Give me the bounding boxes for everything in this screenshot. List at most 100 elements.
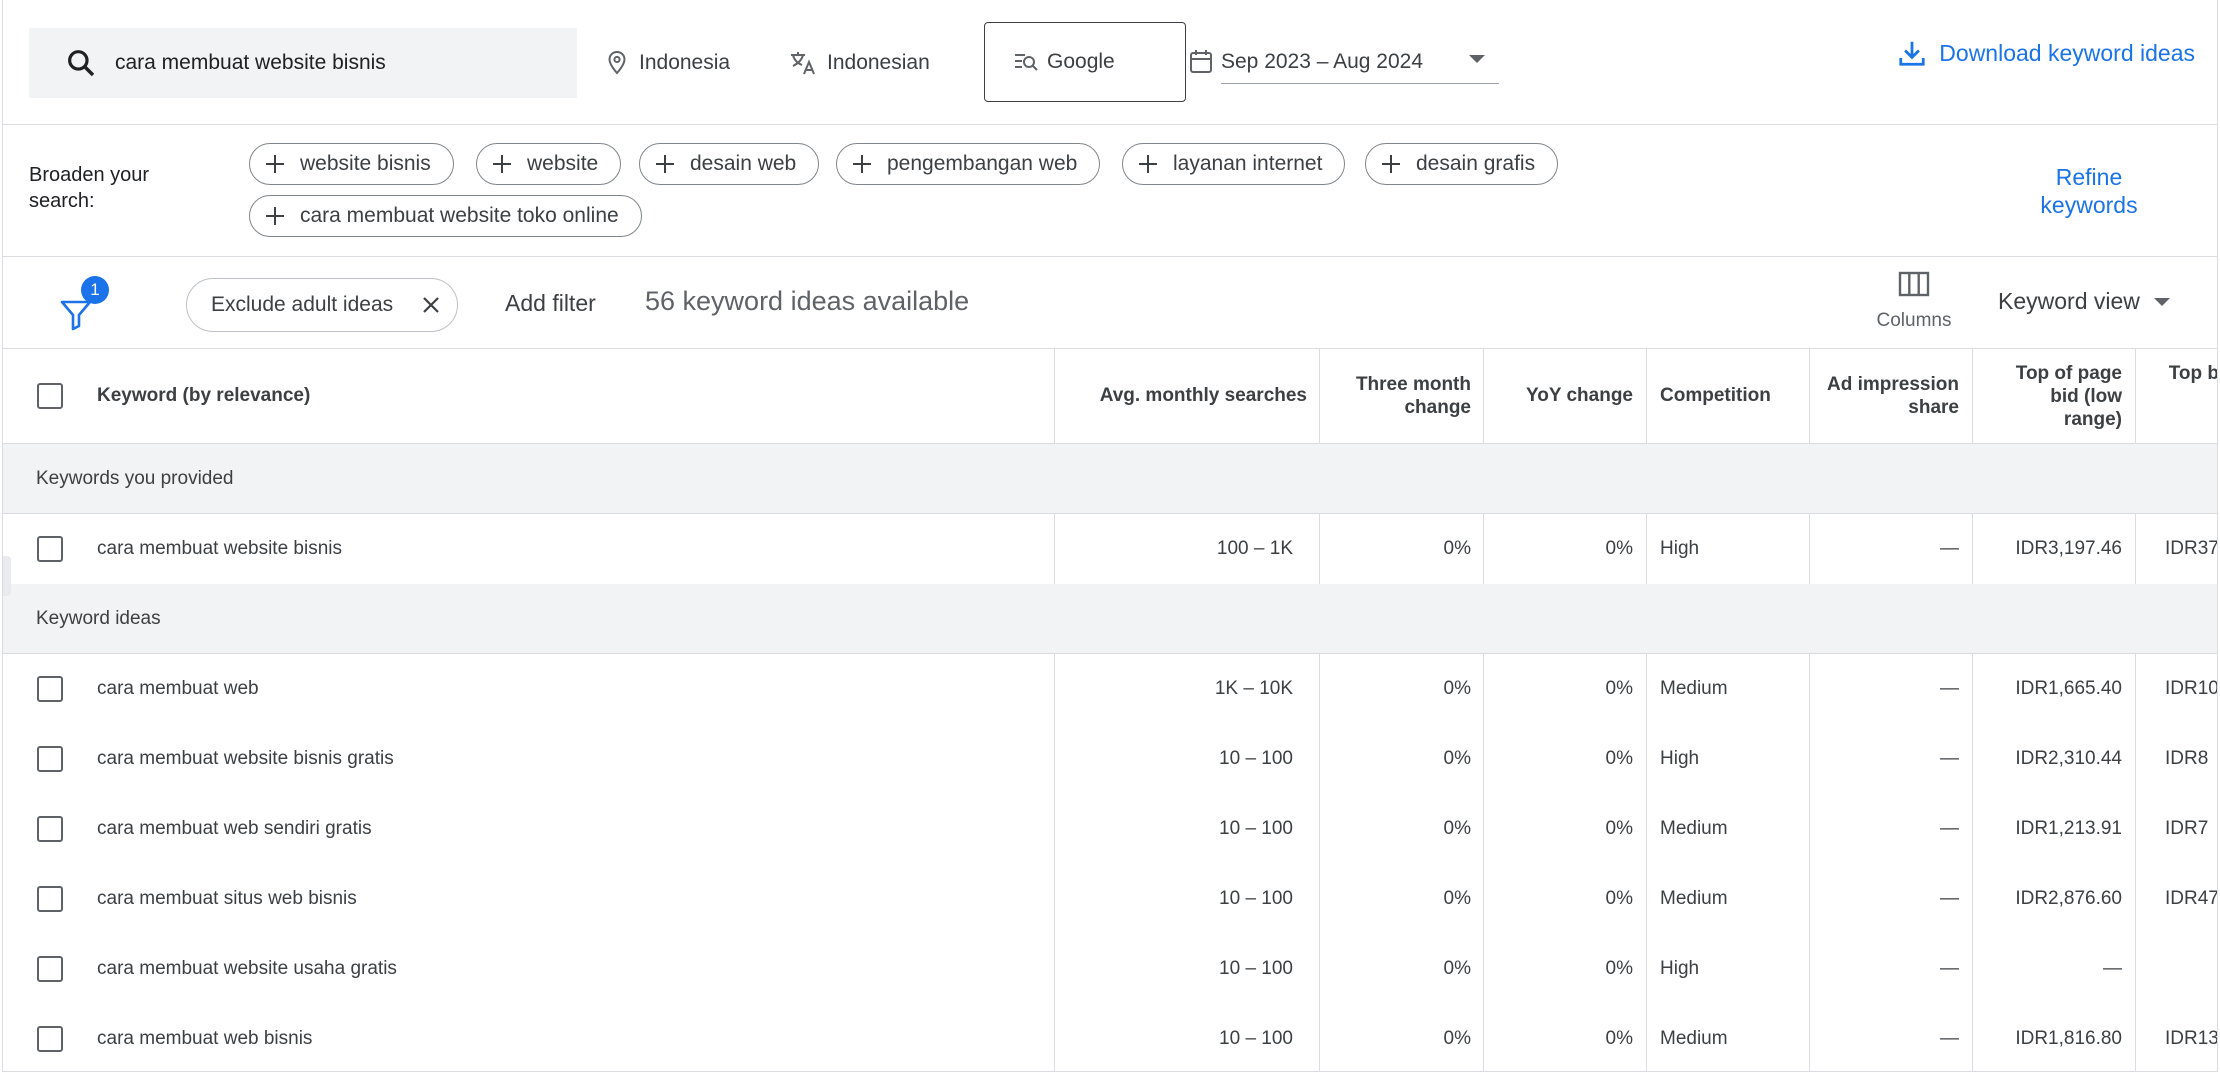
header-ad-impression-share[interactable]: Ad impression share <box>1819 373 1959 419</box>
broaden-chip[interactable]: desain grafis <box>1365 143 1559 185</box>
column-divider <box>1319 934 1320 1004</box>
row-checkbox[interactable] <box>37 816 63 842</box>
column-divider <box>2135 724 2136 794</box>
keyword-view-label: Keyword view <box>1998 288 2140 314</box>
header-competition[interactable]: Competition <box>1660 384 1771 407</box>
exclude-adult-ideas-chip[interactable]: Exclude adult ideas <box>186 278 458 332</box>
top-bar: cara membuat website bisnis Indonesia In… <box>3 0 2217 125</box>
broaden-chip[interactable]: website <box>476 143 622 185</box>
broaden-chip[interactable]: desain web <box>639 143 820 185</box>
keyword-cell: cara membuat website bisnis gratis <box>97 748 394 769</box>
table-row[interactable]: cara membuat web 1K – 10K 0% 0% Medium — IDR1,… <box>3 654 2218 725</box>
header-top-bid-high[interactable]: Top b <box>2159 362 2217 385</box>
column-divider <box>2135 514 2136 584</box>
header-avg-monthly-searches[interactable]: Avg. monthly searches <box>1063 384 1307 407</box>
row-checkbox[interactable] <box>37 886 63 912</box>
keyword-count: 56 keyword ideas available <box>645 286 970 316</box>
avg-monthly-searches-cell: 10 – 100 <box>1219 748 1293 769</box>
column-divider <box>1646 864 1647 934</box>
column-divider <box>1809 794 1810 864</box>
ad-impression-share-cell: — <box>1940 538 1959 559</box>
top-bid-high-cell: IDR10 <box>2165 678 2218 699</box>
top-bid-low-cell: IDR1,665.40 <box>2015 678 2122 699</box>
refine-keywords-button[interactable]: Refine keywords <box>2007 163 2171 219</box>
keyword-view-dropdown[interactable]: Keyword view <box>1998 288 2170 315</box>
broaden-chip[interactable]: layanan internet <box>1122 143 1346 185</box>
avg-monthly-searches-cell: 10 – 100 <box>1219 888 1293 909</box>
select-all-checkbox[interactable] <box>37 383 63 409</box>
columns-button[interactable]: Columns <box>1869 270 1959 332</box>
chip-label: desain web <box>690 152 797 175</box>
header-three-month-change[interactable]: Three month change <box>1333 373 1471 419</box>
location-label: Indonesia <box>639 51 731 74</box>
language-label: Indonesian <box>827 51 930 74</box>
column-divider <box>1809 724 1810 794</box>
chip-label: cara membuat website toko online <box>300 204 619 227</box>
location-selector[interactable]: Indonesia <box>605 28 730 98</box>
filter-chip-label: Exclude adult ideas <box>211 293 394 316</box>
row-checkbox[interactable] <box>37 1026 63 1052</box>
search-network-icon <box>1015 54 1038 71</box>
broaden-chip[interactable]: website bisnis <box>249 143 454 185</box>
top-bid-low-cell: IDR1,816.80 <box>2015 1028 2122 1049</box>
yoy-change-cell: 0% <box>1605 538 1633 559</box>
column-divider <box>2135 654 2136 724</box>
table-row[interactable]: cara membuat website bisnis gratis 10 – 1… <box>3 724 2217 795</box>
header-keyword[interactable]: Keyword (by relevance) <box>97 384 310 407</box>
column-divider <box>1646 348 1647 443</box>
search-network-selector[interactable]: Google <box>984 22 1186 102</box>
table-row[interactable]: cara membuat website bisnis 100 – 1K 0% 0% H… <box>3 514 2218 585</box>
row-checkbox[interactable] <box>37 956 63 982</box>
competition-cell: High <box>1660 748 1700 769</box>
filter-button[interactable]: 1 <box>59 276 119 336</box>
column-divider <box>1646 934 1647 1004</box>
dropdown-caret-icon <box>1469 54 1485 63</box>
download-keyword-ideas-button[interactable]: Download keyword ideas <box>1897 38 2195 68</box>
row-checkbox[interactable] <box>37 676 63 702</box>
search-box[interactable]: cara membuat website bisnis <box>29 28 577 98</box>
table-row[interactable]: cara membuat web sendiri gratis 10 – 100 0… <box>3 794 2217 865</box>
row-checkbox[interactable] <box>37 536 63 562</box>
column-divider <box>1054 348 1055 443</box>
broaden-chip[interactable]: cara membuat website toko online <box>249 195 642 237</box>
avg-monthly-searches-cell: 10 – 100 <box>1219 818 1293 839</box>
side-panel-handle[interactable] <box>3 556 11 596</box>
column-divider <box>1483 1004 1484 1071</box>
header-yoy-change[interactable]: YoY change <box>1493 384 1633 407</box>
filter-bar: 1 Exclude adult ideas Add filter 56 keyw… <box>3 256 2217 349</box>
table-row[interactable]: cara membuat web bisnis 10 – 100 0% 0% Mediu… <box>3 1004 2218 1071</box>
plus-icon <box>487 149 517 179</box>
column-divider <box>2135 348 2136 443</box>
column-divider <box>1809 864 1810 934</box>
column-divider <box>1319 724 1320 794</box>
search-input[interactable]: cara membuat website bisnis <box>115 51 386 75</box>
competition-cell: Medium <box>1660 678 1728 699</box>
ad-impression-share-cell: — <box>1940 958 1959 979</box>
row-checkbox[interactable] <box>37 746 63 772</box>
date-range-selector[interactable]: Sep 2023 – Aug 2024 <box>1189 40 1499 84</box>
broaden-label: Broaden your search: <box>29 164 150 212</box>
broaden-search-bar: Broaden your search: website bisnis webs… <box>3 125 2217 257</box>
ad-impression-share-cell: — <box>1940 1028 1959 1049</box>
column-divider <box>1972 348 1973 443</box>
plus-icon <box>1133 149 1163 179</box>
close-icon[interactable] <box>419 293 443 317</box>
competition-cell: High <box>1660 958 1700 979</box>
chip-label: website bisnis <box>300 152 431 175</box>
add-filter-button[interactable]: Add filter <box>505 290 596 317</box>
group-label: Keywords you provided <box>36 468 234 489</box>
column-divider <box>1646 724 1647 794</box>
three-month-change-cell: 0% <box>1443 958 1471 979</box>
table-row[interactable]: cara membuat website usaha gratis 10 – 10… <box>3 934 2217 1005</box>
keyword-planner-frame: cara membuat website bisnis Indonesia In… <box>2 0 2218 1072</box>
date-range-field[interactable]: Sep 2023 – Aug 2024 <box>1221 41 1499 84</box>
yoy-change-cell: 0% <box>1605 748 1633 769</box>
language-selector[interactable]: Indonesian <box>789 28 930 98</box>
top-bid-high-cell: IDR13 <box>2165 1028 2218 1049</box>
avg-monthly-searches-cell: 10 – 100 <box>1219 1028 1293 1049</box>
broaden-chip[interactable]: pengembangan web <box>836 143 1101 185</box>
top-bid-high-cell: IDR37 <box>2165 538 2218 559</box>
header-top-bid-low[interactable]: Top of page bid (low range) <box>1988 362 2122 431</box>
keyword-cell: cara membuat website usaha gratis <box>97 958 397 979</box>
table-row[interactable]: cara membuat situs web bisnis 10 – 100 0% 0… <box>3 864 2217 935</box>
